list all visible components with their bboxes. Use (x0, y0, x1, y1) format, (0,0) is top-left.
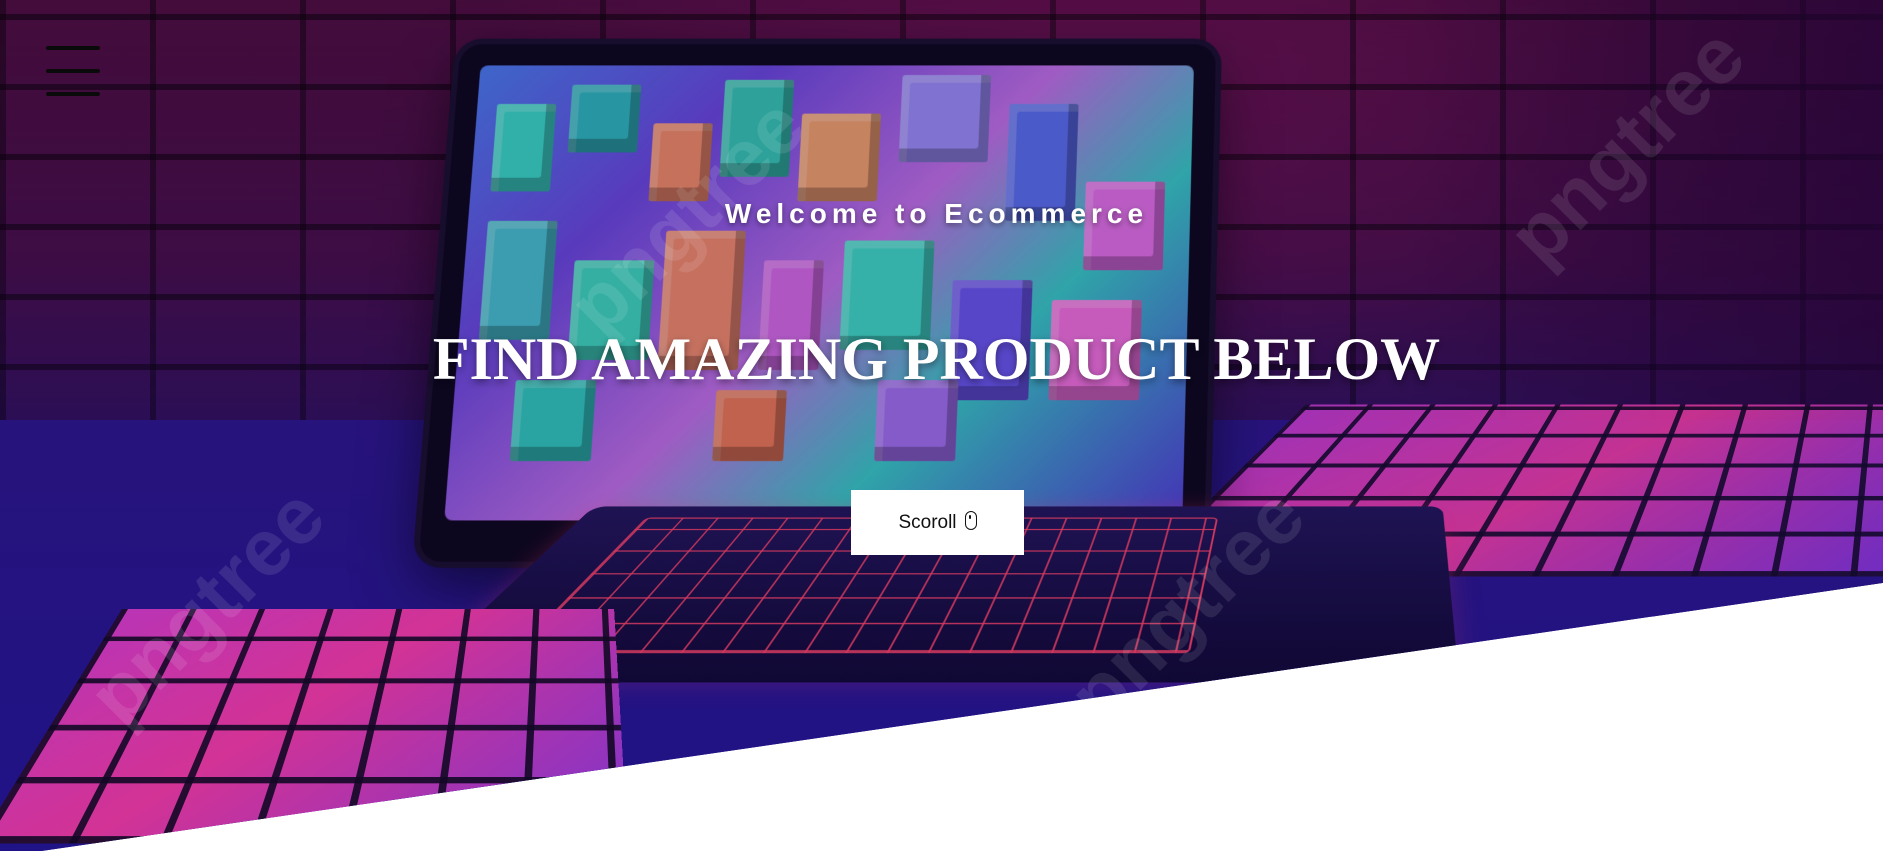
menu-bar (46, 92, 100, 96)
menu-bar (46, 46, 100, 50)
hero-headline: FIND AMAZING PRODUCT BELOW (432, 326, 1441, 392)
hero-section: pngtree pngtree pngtree pngtree (0, 0, 1883, 851)
welcome-heading: Welcome to Ecommerce (724, 198, 1149, 229)
hero-overlay (0, 0, 1883, 851)
mouse-icon (964, 511, 977, 530)
hamburger-menu-icon[interactable] (46, 46, 100, 98)
scroll-button[interactable]: Scoroll (851, 490, 1024, 555)
scroll-button-label: Scoroll (898, 511, 957, 533)
menu-bar (46, 69, 100, 73)
